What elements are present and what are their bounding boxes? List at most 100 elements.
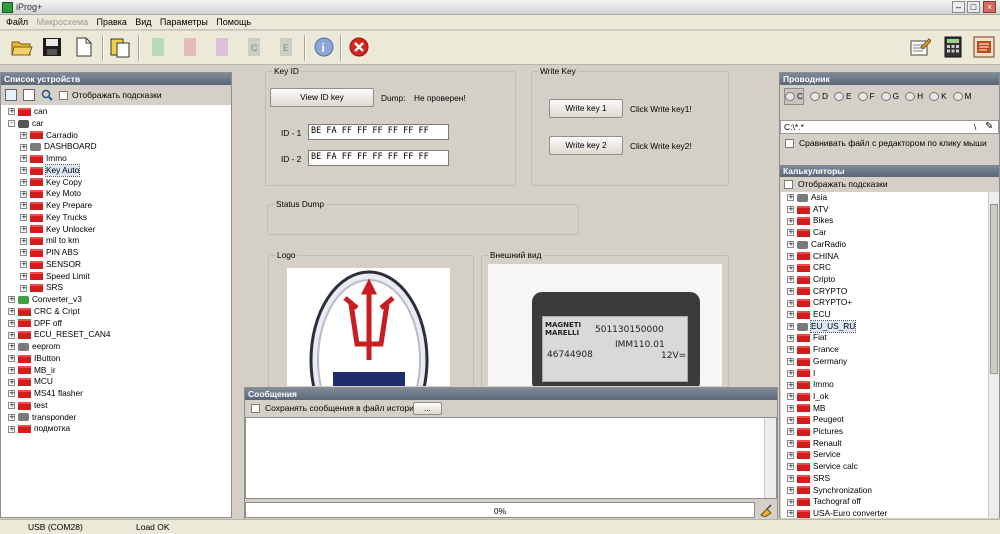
expand-icon[interactable]: + — [8, 355, 15, 363]
tree-item[interactable]: + Converter_v3 — [8, 294, 82, 306]
tree-item[interactable]: + Synchronization — [787, 485, 872, 497]
expand-icon[interactable]: + — [8, 331, 15, 339]
tree-item[interactable]: - car — [8, 118, 44, 130]
maximize-button[interactable]: □ — [967, 1, 980, 13]
tree-item[interactable]: + Key Trucks — [20, 212, 87, 224]
drive-d[interactable]: D — [810, 89, 828, 104]
tree-item[interactable]: + Speed Limit — [20, 271, 90, 283]
tree-item[interactable]: + eeprom — [8, 341, 60, 353]
show-hints-checkbox[interactable] — [59, 90, 68, 100]
tree-item[interactable]: + Asia — [787, 192, 827, 204]
info-icon[interactable]: i — [312, 35, 336, 59]
menu-file[interactable]: Файл — [6, 15, 28, 30]
close-window-button[interactable]: × — [983, 1, 996, 13]
drive-f[interactable]: F — [857, 89, 875, 104]
expand-icon[interactable]: + — [8, 378, 15, 386]
tree-item[interactable]: + ATV — [787, 204, 829, 216]
tree-item[interactable]: + MB_ir — [8, 365, 56, 377]
expand-icon[interactable]: + — [787, 381, 794, 389]
id1-field[interactable]: BE FA FF FF FF FF FF FF — [308, 124, 449, 140]
expand-icon[interactable]: + — [787, 276, 794, 284]
expand-icon[interactable]: + — [8, 319, 15, 327]
list-view-icon[interactable] — [23, 89, 35, 101]
tree-item[interactable]: + SRS — [20, 282, 63, 294]
expand-icon[interactable]: + — [20, 249, 27, 257]
tree-item[interactable]: + Tachograf off — [787, 496, 861, 508]
tree-item[interactable]: + ECU_RESET_CAN4 — [8, 329, 111, 341]
expand-icon[interactable]: + — [787, 252, 794, 260]
browse-history-button[interactable]: ... — [413, 402, 442, 415]
expand-icon[interactable]: + — [787, 334, 794, 342]
expand-icon[interactable]: + — [20, 155, 27, 163]
expand-icon[interactable]: + — [20, 143, 27, 151]
expand-icon[interactable]: + — [787, 241, 794, 249]
drive-h[interactable]: H — [905, 89, 923, 104]
menu-edit[interactable]: Правка — [96, 15, 126, 30]
tree-item[interactable]: + Key Moto — [20, 188, 81, 200]
expand-icon[interactable]: + — [787, 206, 794, 214]
write-key-2-button[interactable]: Write key 2 — [549, 136, 623, 155]
messages-log[interactable] — [245, 417, 777, 499]
hex-editor-icon[interactable] — [972, 35, 996, 59]
expand-icon[interactable]: + — [8, 425, 15, 433]
tree-item[interactable]: + Cripto — [787, 274, 835, 286]
tree-item[interactable]: + CRYPTO+ — [787, 297, 852, 309]
expand-icon[interactable]: + — [20, 202, 27, 210]
tree-item[interactable]: + SRS — [787, 473, 830, 485]
drive-g[interactable]: G — [880, 89, 899, 104]
tree-item[interactable]: + Bikes — [787, 215, 833, 227]
expand-icon[interactable]: + — [20, 225, 27, 233]
tree-item[interactable]: + MCU — [8, 376, 53, 388]
expand-icon[interactable]: + — [20, 272, 27, 280]
expand-all-icon[interactable] — [5, 89, 17, 101]
expand-icon[interactable]: + — [8, 308, 15, 316]
search-icon[interactable] — [41, 89, 53, 101]
drive-c[interactable]: C — [784, 88, 804, 105]
stop-icon[interactable] — [347, 35, 371, 59]
tree-item[interactable]: + Key Prepare — [20, 200, 92, 212]
tree-item[interactable]: + test — [8, 400, 47, 412]
expand-icon[interactable]: + — [20, 190, 27, 198]
expand-icon[interactable]: + — [787, 393, 794, 401]
paste-icon[interactable] — [108, 35, 132, 59]
expand-icon[interactable]: + — [787, 369, 794, 377]
expand-icon[interactable]: + — [8, 402, 15, 410]
expand-icon[interactable]: + — [787, 323, 794, 331]
expand-icon[interactable]: + — [787, 264, 794, 272]
tree-item[interactable]: + Car — [787, 227, 826, 239]
tree-item[interactable]: + Immo — [20, 153, 67, 165]
notepad-icon[interactable] — [908, 35, 932, 59]
expand-icon[interactable]: + — [8, 390, 15, 398]
expand-icon[interactable]: + — [787, 311, 794, 319]
expand-icon[interactable]: + — [20, 178, 27, 186]
write-key-1-button[interactable]: Write key 1 — [549, 99, 623, 118]
tree-item[interactable]: + IButton — [8, 353, 60, 365]
tree-item[interactable]: + CRC & Cript — [8, 306, 80, 318]
calc-hints-checkbox[interactable] — [784, 179, 793, 189]
drive-k[interactable]: K — [929, 89, 947, 104]
tree-item[interactable]: + подмотка — [8, 423, 70, 435]
tree-item[interactable]: + Fiat — [787, 332, 827, 344]
expand-icon[interactable]: + — [8, 413, 15, 421]
expand-icon[interactable]: + — [787, 475, 794, 483]
expand-icon[interactable]: + — [787, 498, 794, 506]
tree-item[interactable]: + MS41 flasher — [8, 388, 83, 400]
messages-scrollbar[interactable] — [764, 418, 776, 498]
expand-icon[interactable]: + — [8, 296, 15, 304]
expand-icon[interactable]: + — [8, 343, 15, 351]
tree-item[interactable]: + I — [787, 368, 815, 380]
tree-item[interactable]: + mil to km — [20, 235, 79, 247]
tree-item[interactable]: + EU_US_RU — [787, 319, 857, 334]
expand-icon[interactable]: + — [787, 451, 794, 459]
tree-item[interactable]: + I_ok — [787, 391, 829, 403]
tree-item[interactable]: + CRC — [787, 262, 831, 274]
expand-icon[interactable]: + — [787, 194, 794, 202]
expand-icon[interactable]: + — [787, 463, 794, 471]
save-messages-checkbox[interactable] — [251, 403, 260, 413]
new-file-icon[interactable] — [72, 35, 96, 59]
expand-icon[interactable]: + — [787, 217, 794, 225]
expand-icon[interactable]: + — [787, 287, 794, 295]
tree-item[interactable]: + USA-Euro converter — [787, 508, 887, 518]
tree-item[interactable]: + Key Copy — [20, 177, 82, 189]
tree-item[interactable]: + Pictures — [787, 426, 843, 438]
